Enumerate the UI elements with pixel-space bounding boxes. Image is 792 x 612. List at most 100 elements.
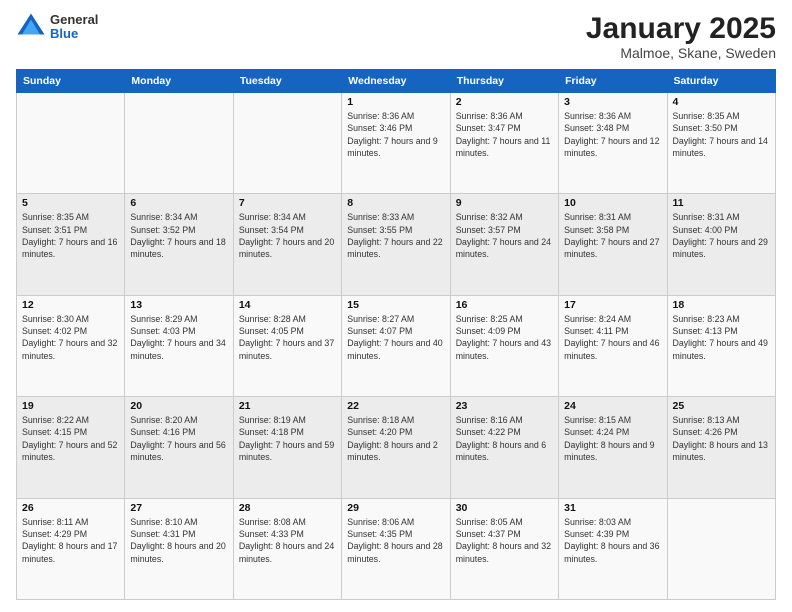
day-number: 10 (564, 197, 661, 209)
day-number: 18 (673, 299, 770, 311)
day-info: Sunrise: 8:35 AM Sunset: 3:51 PM Dayligh… (22, 211, 119, 260)
day-info: Sunrise: 8:35 AM Sunset: 3:50 PM Dayligh… (673, 110, 770, 159)
day-cell: 2 Sunrise: 8:36 AM Sunset: 3:47 PM Daylig… (450, 93, 558, 194)
day-number: 21 (239, 400, 336, 412)
day-cell: 24 Sunrise: 8:15 AM Sunset: 4:24 PM Dayli… (559, 397, 667, 498)
day-info: Sunrise: 8:18 AM Sunset: 4:20 PM Dayligh… (347, 414, 444, 463)
day-number: 29 (347, 502, 444, 514)
day-info: Sunrise: 8:25 AM Sunset: 4:09 PM Dayligh… (456, 313, 553, 362)
day-number: 8 (347, 197, 444, 209)
day-number: 24 (564, 400, 661, 412)
day-cell: 11Sunrise: 8:31 AM Sunset: 4:00 PM Dayli… (667, 194, 775, 295)
day-info: Sunrise: 8:20 AM Sunset: 4:16 PM Dayligh… (130, 414, 227, 463)
day-cell: 25 Sunrise: 8:13 AM Sunset: 4:26 PM Dayli… (667, 397, 775, 498)
week-row-3: 12Sunrise: 8:30 AM Sunset: 4:02 PM Dayli… (17, 295, 776, 396)
day-cell: 7 Sunrise: 8:34 AM Sunset: 3:54 PM Daylig… (233, 194, 341, 295)
day-cell: 5Sunrise: 8:35 AM Sunset: 3:51 PM Daylig… (17, 194, 125, 295)
logo: General Blue (16, 12, 98, 42)
day-cell (125, 93, 233, 194)
day-cell (233, 93, 341, 194)
header-cell-friday: Friday (559, 70, 667, 93)
day-cell: 9 Sunrise: 8:32 AM Sunset: 3:57 PM Daylig… (450, 194, 558, 295)
day-cell: 17 Sunrise: 8:24 AM Sunset: 4:11 PM Dayli… (559, 295, 667, 396)
day-info: Sunrise: 8:23 AM Sunset: 4:13 PM Dayligh… (673, 313, 770, 362)
day-number: 7 (239, 197, 336, 209)
day-number: 17 (564, 299, 661, 311)
day-cell: 19Sunrise: 8:22 AM Sunset: 4:15 PM Dayli… (17, 397, 125, 498)
day-number: 2 (456, 96, 553, 108)
day-info: Sunrise: 8:27 AM Sunset: 4:07 PM Dayligh… (347, 313, 444, 362)
day-info: Sunrise: 8:03 AM Sunset: 4:39 PM Dayligh… (564, 516, 661, 565)
day-number: 12 (22, 299, 119, 311)
day-info: Sunrise: 8:15 AM Sunset: 4:24 PM Dayligh… (564, 414, 661, 463)
header-cell-sunday: Sunday (17, 70, 125, 93)
day-cell: 26Sunrise: 8:11 AM Sunset: 4:29 PM Dayli… (17, 498, 125, 599)
header-cell-saturday: Saturday (667, 70, 775, 93)
logo-blue: Blue (50, 27, 98, 41)
day-number: 20 (130, 400, 227, 412)
day-info: Sunrise: 8:34 AM Sunset: 3:54 PM Dayligh… (239, 211, 336, 260)
day-number: 22 (347, 400, 444, 412)
day-info: Sunrise: 8:24 AM Sunset: 4:11 PM Dayligh… (564, 313, 661, 362)
header-cell-tuesday: Tuesday (233, 70, 341, 93)
header-cell-wednesday: Wednesday (342, 70, 450, 93)
week-row-1: 1Sunrise: 8:36 AM Sunset: 3:46 PM Daylig… (17, 93, 776, 194)
day-cell: 8 Sunrise: 8:33 AM Sunset: 3:55 PM Daylig… (342, 194, 450, 295)
calendar-subtitle: Malmoe, Skane, Sweden (586, 45, 776, 61)
day-number: 23 (456, 400, 553, 412)
day-info: Sunrise: 8:28 AM Sunset: 4:05 PM Dayligh… (239, 313, 336, 362)
day-number: 9 (456, 197, 553, 209)
day-cell: 22 Sunrise: 8:18 AM Sunset: 4:20 PM Dayli… (342, 397, 450, 498)
day-info: Sunrise: 8:31 AM Sunset: 3:58 PM Dayligh… (564, 211, 661, 260)
day-cell: 13 Sunrise: 8:29 AM Sunset: 4:03 PM Dayli… (125, 295, 233, 396)
day-number: 27 (130, 502, 227, 514)
day-cell: 29 Sunrise: 8:06 AM Sunset: 4:35 PM Dayli… (342, 498, 450, 599)
day-info: Sunrise: 8:33 AM Sunset: 3:55 PM Dayligh… (347, 211, 444, 260)
day-cell: 1Sunrise: 8:36 AM Sunset: 3:46 PM Daylig… (342, 93, 450, 194)
day-cell: 28Sunrise: 8:08 AM Sunset: 4:33 PM Dayli… (233, 498, 341, 599)
header-cell-monday: Monday (125, 70, 233, 93)
day-info: Sunrise: 8:36 AM Sunset: 3:47 PM Dayligh… (456, 110, 553, 159)
day-cell (17, 93, 125, 194)
week-row-2: 5Sunrise: 8:35 AM Sunset: 3:51 PM Daylig… (17, 194, 776, 295)
page: General Blue January 2025 Malmoe, Skane,… (0, 0, 792, 612)
day-number: 30 (456, 502, 553, 514)
day-cell: 6Sunrise: 8:34 AM Sunset: 3:52 PM Daylig… (125, 194, 233, 295)
title-block: January 2025 Malmoe, Skane, Sweden (586, 12, 776, 61)
day-info: Sunrise: 8:19 AM Sunset: 4:18 PM Dayligh… (239, 414, 336, 463)
day-info: Sunrise: 8:10 AM Sunset: 4:31 PM Dayligh… (130, 516, 227, 565)
day-info: Sunrise: 8:11 AM Sunset: 4:29 PM Dayligh… (22, 516, 119, 565)
logo-general: General (50, 13, 98, 27)
header: General Blue January 2025 Malmoe, Skane,… (16, 12, 776, 61)
day-info: Sunrise: 8:08 AM Sunset: 4:33 PM Dayligh… (239, 516, 336, 565)
day-info: Sunrise: 8:13 AM Sunset: 4:26 PM Dayligh… (673, 414, 770, 463)
day-cell: 27 Sunrise: 8:10 AM Sunset: 4:31 PM Dayli… (125, 498, 233, 599)
day-cell: 21 Sunrise: 8:19 AM Sunset: 4:18 PM Dayli… (233, 397, 341, 498)
week-row-4: 19Sunrise: 8:22 AM Sunset: 4:15 PM Dayli… (17, 397, 776, 498)
day-cell: 18 Sunrise: 8:23 AM Sunset: 4:13 PM Dayli… (667, 295, 775, 396)
day-number: 25 (673, 400, 770, 412)
day-cell: 12Sunrise: 8:30 AM Sunset: 4:02 PM Dayli… (17, 295, 125, 396)
day-number: 31 (564, 502, 661, 514)
day-info: Sunrise: 8:05 AM Sunset: 4:37 PM Dayligh… (456, 516, 553, 565)
day-number: 13 (130, 299, 227, 311)
day-cell: 20 Sunrise: 8:20 AM Sunset: 4:16 PM Dayli… (125, 397, 233, 498)
calendar-title: January 2025 (586, 12, 776, 45)
day-info: Sunrise: 8:31 AM Sunset: 4:00 PM Dayligh… (673, 211, 770, 260)
day-cell: 16Sunrise: 8:25 AM Sunset: 4:09 PM Dayli… (450, 295, 558, 396)
day-info: Sunrise: 8:29 AM Sunset: 4:03 PM Dayligh… (130, 313, 227, 362)
day-cell: 31 Sunrise: 8:03 AM Sunset: 4:39 PM Dayli… (559, 498, 667, 599)
day-cell (667, 498, 775, 599)
day-info: Sunrise: 8:32 AM Sunset: 3:57 PM Dayligh… (456, 211, 553, 260)
week-row-5: 26Sunrise: 8:11 AM Sunset: 4:29 PM Dayli… (17, 498, 776, 599)
header-row: SundayMondayTuesdayWednesdayThursdayFrid… (17, 70, 776, 93)
day-cell: 23Sunrise: 8:16 AM Sunset: 4:22 PM Dayli… (450, 397, 558, 498)
day-cell: 14 Sunrise: 8:28 AM Sunset: 4:05 PM Dayli… (233, 295, 341, 396)
day-info: Sunrise: 8:34 AM Sunset: 3:52 PM Dayligh… (130, 211, 227, 260)
day-cell: 15Sunrise: 8:27 AM Sunset: 4:07 PM Dayli… (342, 295, 450, 396)
day-number: 14 (239, 299, 336, 311)
day-number: 4 (673, 96, 770, 108)
day-cell: 4 Sunrise: 8:35 AM Sunset: 3:50 PM Daylig… (667, 93, 775, 194)
header-cell-thursday: Thursday (450, 70, 558, 93)
day-info: Sunrise: 8:06 AM Sunset: 4:35 PM Dayligh… (347, 516, 444, 565)
